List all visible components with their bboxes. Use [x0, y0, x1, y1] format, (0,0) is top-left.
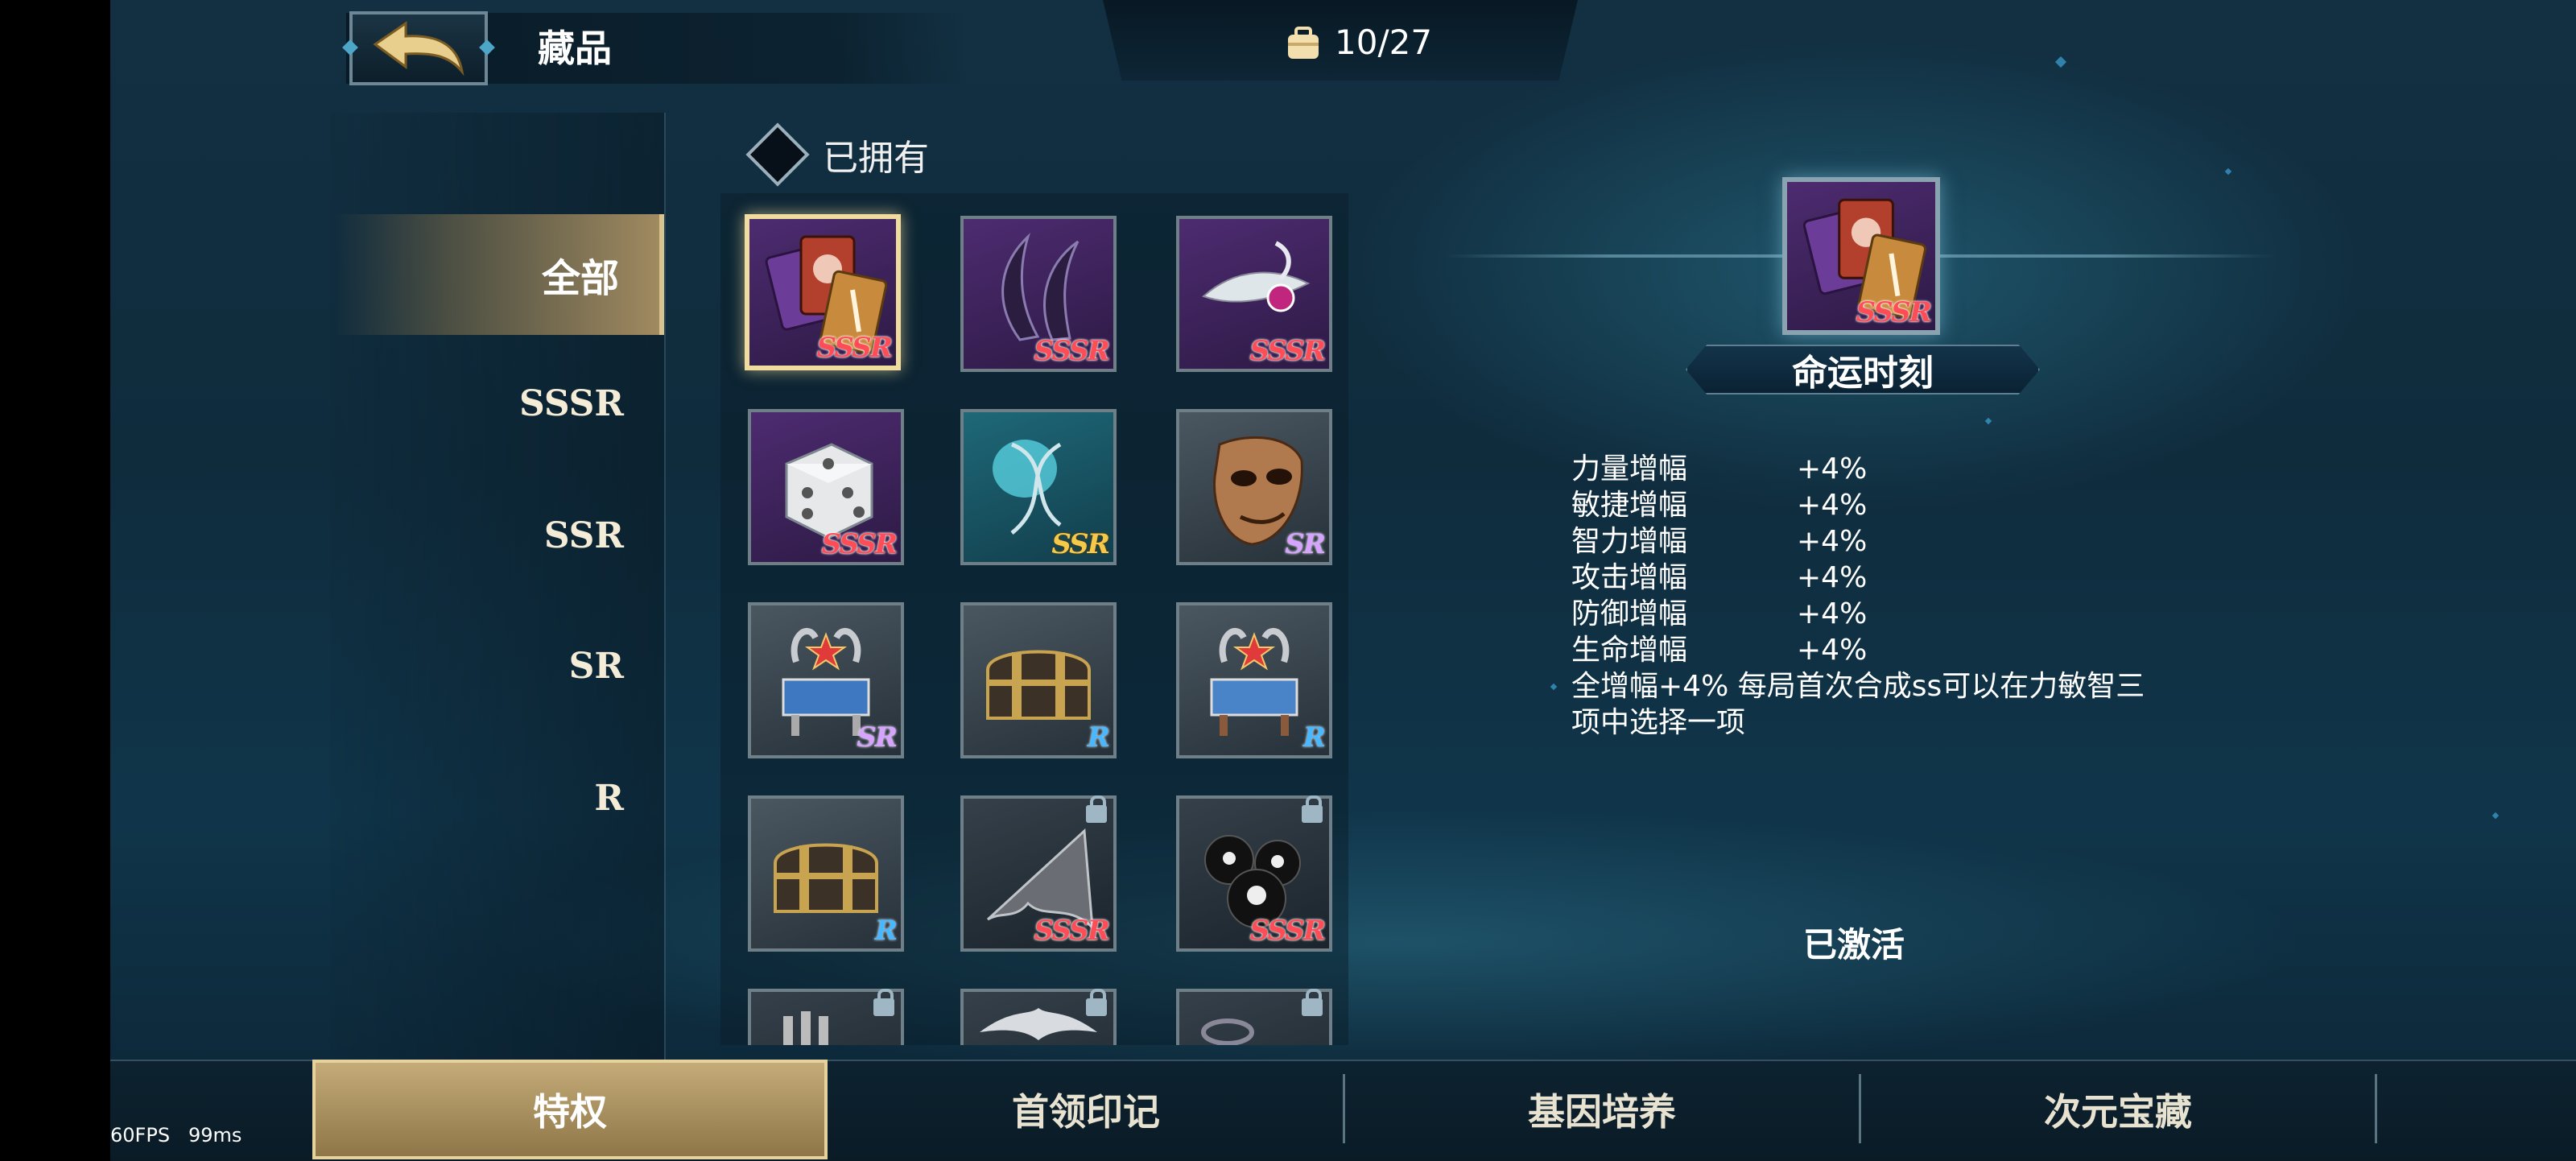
item-card[interactable]: R — [1176, 602, 1332, 758]
stat-row: 力量增幅 +4% — [1571, 451, 2151, 487]
rarity-badge: SSSR — [821, 528, 898, 560]
stat-label: 力量增幅 — [1571, 452, 1688, 485]
stat-row: 敏捷增幅 +4% — [1571, 487, 2151, 523]
item-card[interactable]: SSSR — [1176, 795, 1332, 952]
activation-status: 已激活 — [1803, 925, 1905, 965]
rarity-badge: R — [1302, 721, 1326, 754]
stat-value: +4% — [1797, 489, 1868, 522]
stat-value: +4% — [1797, 597, 1868, 630]
category-label: SR — [568, 645, 624, 687]
rarity-badge: R — [1087, 721, 1110, 754]
perf-overlay: 60FPS 99ms — [110, 1124, 242, 1147]
rarity-badge: SSSR — [1034, 335, 1110, 367]
item-card[interactable]: SR — [748, 602, 904, 758]
category-panel: 全部 SSSR SSR SR R — [330, 113, 666, 1063]
stat-label: 攻击增幅 — [1571, 561, 1688, 594]
rarity-badge: SSR — [1051, 528, 1110, 560]
tab-privilege[interactable]: 特权 — [312, 1060, 828, 1159]
sparkle-icon — [2054, 56, 2067, 68]
ring-icon — [1201, 1018, 1254, 1045]
stats-list: 力量增幅 +4% 敏捷增幅 +4% 智力增幅 +4% 攻击增幅 +4% 防御增幅 +4% … — [1571, 451, 2151, 741]
count-text: 10/27 — [1335, 23, 1433, 62]
owned-checkbox[interactable] — [745, 122, 810, 187]
tab-treasure[interactable]: 次元宝藏 — [1861, 1060, 2375, 1159]
tab-label: 次元宝藏 — [2044, 1090, 2192, 1134]
item-card[interactable]: SSSR — [960, 216, 1117, 372]
item-card[interactable] — [748, 989, 904, 1045]
item-card[interactable]: R — [960, 602, 1117, 758]
rarity-badge: SSSR — [1249, 915, 1326, 947]
back-button[interactable] — [342, 11, 495, 85]
item-name: 命运时刻 — [1686, 345, 2040, 395]
item-card[interactable]: SSSR — [1176, 216, 1332, 372]
rarity-badge: SR — [857, 721, 898, 754]
owned-filter[interactable]: 已拥有 — [745, 122, 929, 187]
category-label: SSSR — [519, 382, 624, 424]
back-arrow-icon — [373, 21, 464, 76]
stat-value: +4% — [1797, 561, 1868, 594]
item-grid[interactable]: SSSR SSSR SSSR SSSR SSR SR SR R R R SSSR… — [720, 193, 1348, 1045]
category-sssr[interactable]: SSSR — [334, 343, 664, 464]
item-card[interactable]: R — [748, 795, 904, 952]
item-card[interactable] — [960, 989, 1117, 1045]
sparkle-icon — [2224, 167, 2232, 176]
stat-row: 攻击增幅 +4% — [1571, 560, 2151, 596]
category-r[interactable]: R — [334, 738, 664, 858]
sparkle-icon — [2491, 812, 2500, 820]
tab-label: 特权 — [533, 1090, 607, 1134]
collection-count: 10/27 — [1285, 23, 1432, 62]
stat-label: 敏捷增幅 — [1571, 489, 1688, 522]
bag-icon — [1288, 26, 1319, 59]
stat-value: +4% — [1797, 525, 1868, 558]
item-card[interactable]: SSSR — [745, 214, 901, 370]
rarity-badge: SSSR — [1856, 296, 1932, 328]
tab-gene[interactable]: 基因培养 — [1345, 1060, 1859, 1159]
item-card[interactable] — [1176, 989, 1332, 1045]
page-title: 藏品 — [538, 27, 612, 70]
rarity-badge: SSSR — [1034, 915, 1110, 947]
tab-divider — [2375, 1074, 2377, 1143]
winged-emblem-icon — [980, 1008, 1097, 1040]
rarity-badge: R — [874, 915, 898, 947]
fps-text: 60FPS — [110, 1124, 171, 1147]
bones-icon — [783, 1011, 828, 1045]
stat-row: 防御增幅 +4% — [1571, 596, 2151, 632]
ping-text: 99ms — [188, 1124, 242, 1147]
black-side-bar — [0, 0, 110, 1159]
category-sr[interactable]: SR — [334, 605, 664, 726]
item-card[interactable]: SSSR — [748, 409, 904, 565]
tab-label: 基因培养 — [1528, 1090, 1676, 1134]
stat-row: 智力增幅 +4% — [1571, 523, 2151, 560]
category-all[interactable]: 全部 — [334, 214, 664, 335]
stat-value: +4% — [1797, 452, 1868, 485]
category-label: SSR — [543, 514, 624, 556]
item-card[interactable]: SSR — [960, 409, 1117, 565]
category-label: 全部 — [541, 256, 619, 301]
sparkle-icon — [1984, 417, 1992, 425]
rarity-badge: SSSR — [1249, 335, 1326, 367]
stat-label: 生命增幅 — [1571, 634, 1688, 667]
detail-item-icon: SSSR — [1782, 177, 1940, 335]
stat-row: 生命增幅 +4% — [1571, 632, 2151, 668]
stat-value: +4% — [1797, 634, 1868, 667]
item-description: 全增幅+4% 每局首次合成ss可以在力敏智三项中选择一项 — [1571, 670, 2145, 739]
item-card[interactable]: SSSR — [960, 795, 1117, 952]
category-label: R — [594, 777, 624, 819]
tab-label: 首领印记 — [1012, 1090, 1160, 1134]
owned-label: 已拥有 — [823, 138, 929, 179]
rarity-badge: SR — [1285, 528, 1326, 560]
tab-boss-mark[interactable]: 首领印记 — [829, 1060, 1343, 1159]
stat-label: 智力增幅 — [1571, 525, 1688, 558]
item-card[interactable]: SR — [1176, 409, 1332, 565]
sparkle-icon — [1550, 683, 1558, 691]
category-ssr[interactable]: SSR — [334, 475, 664, 596]
stat-label: 防御增幅 — [1571, 597, 1688, 630]
rarity-badge: SSSR — [816, 332, 893, 364]
